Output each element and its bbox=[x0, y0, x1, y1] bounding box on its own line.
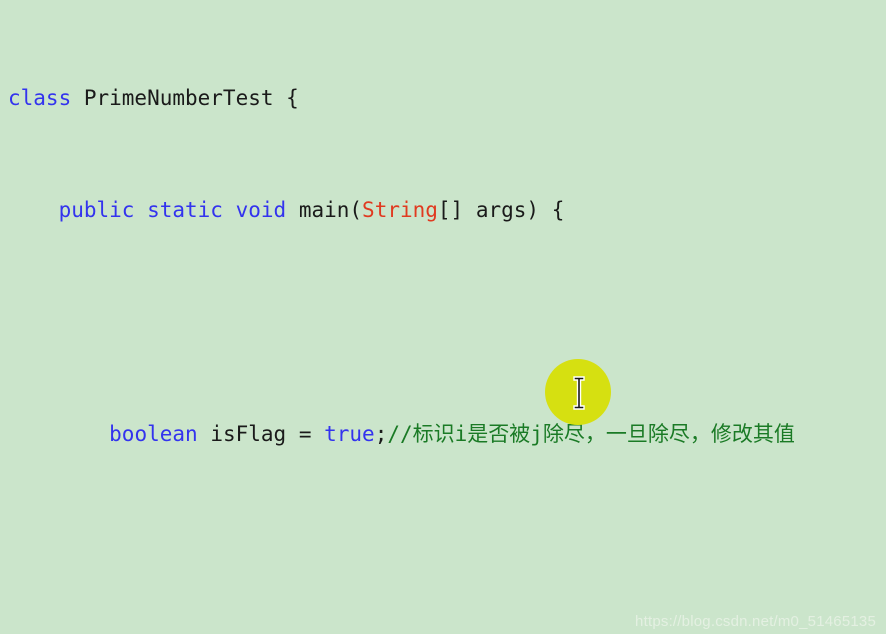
code-line-main-decl[interactable]: public static void main(String[] args) { bbox=[0, 196, 886, 224]
code-line-blank-2[interactable] bbox=[0, 532, 886, 560]
csdn-watermark: https://blog.csdn.net/m0_51465135 bbox=[635, 613, 876, 630]
keyword-static: static bbox=[147, 198, 223, 222]
keyword-void: void bbox=[235, 198, 287, 222]
class-name-primenumbertest: PrimeNumberTest { bbox=[71, 86, 299, 110]
source-code-view[interactable]: class PrimeNumberTest { public static vo… bbox=[0, 0, 886, 634]
space-2 bbox=[223, 198, 236, 222]
comment-isflag-purpose: //标识i是否被j除尽，一旦除尽，修改其值 bbox=[387, 422, 795, 446]
keyword-class: class bbox=[8, 86, 72, 110]
keyword-boolean: boolean bbox=[109, 422, 198, 446]
space-1 bbox=[134, 198, 147, 222]
code-editor-screen[interactable]: class PrimeNumberTest { public static vo… bbox=[0, 0, 886, 634]
code-line-blank-1[interactable] bbox=[0, 308, 886, 336]
semicolon: ; bbox=[374, 422, 388, 446]
method-name-main: main( bbox=[286, 198, 363, 222]
main-params: [] args) { bbox=[437, 198, 565, 222]
code-line-boolean-isflag[interactable]: boolean isFlag = true;//标识i是否被j除尽，一旦除尽，修… bbox=[0, 420, 886, 448]
var-isflag-decl: isFlag = bbox=[197, 422, 325, 446]
literal-true: true bbox=[324, 422, 375, 446]
code-line-class-decl[interactable]: class PrimeNumberTest { bbox=[0, 84, 886, 112]
keyword-public: public bbox=[58, 198, 135, 222]
type-string: String bbox=[362, 198, 438, 222]
